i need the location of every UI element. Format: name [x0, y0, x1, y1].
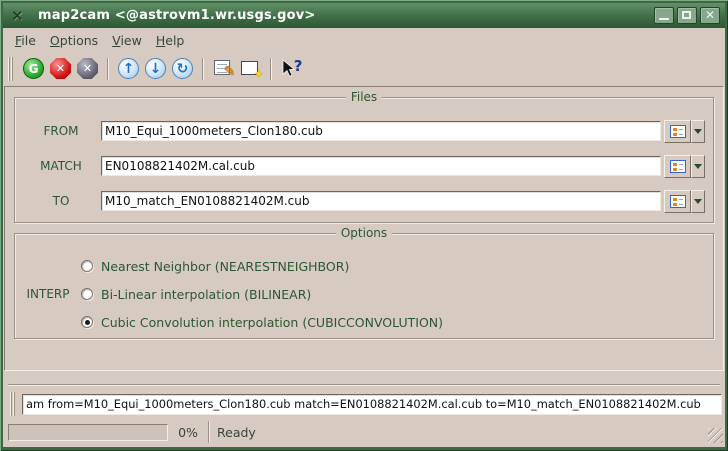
file-dialog-icon — [670, 195, 686, 208]
file-dialog-icon — [670, 160, 686, 173]
menu-view[interactable]: View — [105, 31, 149, 50]
resize-grip[interactable] — [708, 428, 723, 443]
new-window-icon: ✦ — [241, 60, 261, 77]
radio-row: Nearest Neighbor (NEARESTNEIGHBOR) — [15, 252, 713, 280]
edit-log-icon: ✎ — [214, 60, 234, 77]
toolbar-separator — [202, 58, 204, 80]
chevron-down-icon — [694, 199, 702, 204]
progress-bar — [8, 424, 168, 441]
pencil-icon: ✎ — [224, 64, 236, 80]
central-panel: Files FROM MATCH — [4, 86, 724, 371]
file-dialog-icon — [670, 125, 686, 138]
whats-this-button[interactable]: ? — [278, 55, 305, 82]
match-row: MATCH — [15, 156, 713, 176]
window-title: map2cam <@astrovm1.wr.usgs.gov> — [38, 8, 651, 23]
options-group-label: Options — [336, 226, 392, 240]
command-line-toolbar — [3, 390, 725, 418]
status-bar: 0% Ready — [3, 418, 725, 447]
toolbar-break-separator — [8, 384, 720, 386]
toolbar-separator — [270, 58, 272, 80]
minimize-button[interactable] — [654, 7, 674, 24]
run-icon: G — [23, 58, 44, 79]
arrow-up-icon: ↑ — [118, 58, 139, 79]
command-line-input[interactable] — [22, 394, 722, 415]
radio-row: Cubic Convolution interpolation (CUBICCO… — [15, 308, 713, 336]
files-groupbox: Files FROM MATCH — [14, 97, 714, 223]
menu-help[interactable]: Help — [149, 31, 192, 50]
radio-nearest-neighbor-label[interactable]: Nearest Neighbor (NEARESTNEIGHBOR) — [101, 259, 349, 274]
stop-icon: ✕ — [50, 58, 71, 79]
radio-cubic-convolution-label[interactable]: Cubic Convolution interpolation (CUBICCO… — [101, 315, 443, 330]
stop-button[interactable]: ✕ — [47, 55, 74, 82]
to-dropdown-button[interactable] — [691, 190, 705, 213]
interp-label: INTERP — [15, 287, 81, 301]
application-window: ✕ map2cam <@astrovm1.wr.usgs.gov> ✕ File… — [0, 0, 728, 451]
window-menu-icon[interactable]: ✕ — [11, 7, 29, 25]
options-groupbox: Options Nearest Neighbor (NEARESTNEIGHBO… — [14, 233, 714, 339]
abort-button[interactable]: ✕ — [74, 55, 101, 82]
toolbar-drag-handle[interactable] — [8, 57, 15, 81]
radio-nearest-neighbor[interactable] — [81, 260, 93, 272]
spacer — [3, 371, 725, 384]
radio-bilinear[interactable] — [81, 288, 93, 300]
new-window-button[interactable]: ✦ — [237, 55, 264, 82]
menu-options[interactable]: Options — [43, 31, 105, 50]
to-label: TO — [29, 194, 93, 208]
match-input[interactable] — [101, 156, 661, 176]
match-label: MATCH — [29, 159, 93, 173]
status-message: Ready — [210, 421, 708, 443]
from-label: FROM — [29, 124, 93, 138]
to-row: TO — [15, 191, 713, 211]
to-input[interactable] — [101, 191, 661, 211]
whats-this-icon: ? — [281, 59, 303, 79]
match-dropdown-button[interactable] — [691, 155, 705, 178]
window-body: File Options View Help G ✕ ✕ ↑ ↓ — [3, 28, 725, 447]
radio-bilinear-label[interactable]: Bi-Linear interpolation (BILINEAR) — [101, 287, 311, 302]
minimize-icon — [659, 18, 669, 20]
main-toolbar: G ✕ ✕ ↑ ↓ ↻ ✎ — [3, 52, 725, 85]
from-row: FROM — [15, 121, 713, 141]
toolbar-separator — [107, 58, 109, 80]
redo-icon: ↻ — [172, 58, 193, 79]
edit-log-button[interactable]: ✎ — [210, 55, 237, 82]
from-input[interactable] — [101, 121, 661, 141]
history-down-button[interactable]: ↓ — [142, 55, 169, 82]
maximize-button[interactable] — [677, 7, 697, 24]
sparkle-icon: ✦ — [253, 67, 263, 81]
history-up-button[interactable]: ↑ — [115, 55, 142, 82]
menu-bar: File Options View Help — [3, 28, 725, 52]
from-dropdown-button[interactable] — [691, 120, 705, 143]
match-browse-button[interactable] — [664, 155, 691, 178]
files-group-label: Files — [346, 90, 382, 104]
command-toolbar-drag-handle[interactable] — [10, 392, 17, 416]
arrow-down-icon: ↓ — [145, 58, 166, 79]
chevron-down-icon — [694, 129, 702, 134]
from-browse-button[interactable] — [664, 120, 691, 143]
abort-icon: ✕ — [77, 58, 98, 79]
redo-button[interactable]: ↻ — [169, 55, 196, 82]
progress-percent: 0% — [168, 425, 208, 440]
title-bar[interactable]: ✕ map2cam <@astrovm1.wr.usgs.gov> ✕ — [3, 3, 725, 28]
to-browse-button[interactable] — [664, 190, 691, 213]
menu-file[interactable]: File — [8, 31, 43, 50]
run-button[interactable]: G — [20, 55, 47, 82]
maximize-icon — [682, 11, 691, 19]
chevron-down-icon — [694, 164, 702, 169]
radio-row: INTERP Bi-Linear interpolation (BILINEAR… — [15, 280, 713, 308]
radio-cubic-convolution[interactable] — [81, 316, 93, 328]
close-button[interactable]: ✕ — [700, 7, 720, 24]
